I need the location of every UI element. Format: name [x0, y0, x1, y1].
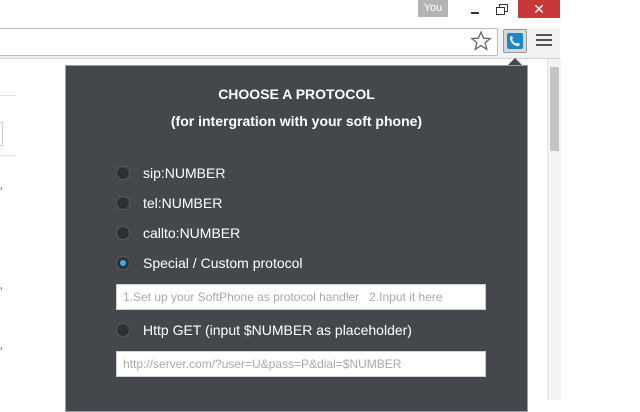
http-url-input[interactable] [116, 351, 486, 377]
menu-icon[interactable] [536, 34, 552, 48]
option-sip[interactable]: sip:NUMBER [116, 163, 225, 183]
radio-custom[interactable] [116, 256, 130, 270]
extension-phone-icon[interactable] [503, 29, 527, 53]
option-label: tel:NUMBER [143, 195, 223, 211]
page-text-fragment: ʼ [0, 345, 3, 359]
restore-icon-back [496, 7, 505, 15]
restore-button[interactable] [488, 0, 514, 18]
radio-tel[interactable] [116, 196, 130, 210]
page-divider [0, 155, 16, 156]
option-callto[interactable]: callto:NUMBER [116, 223, 240, 243]
radio-http-get[interactable] [116, 323, 130, 337]
option-label: Special / Custom protocol [143, 255, 303, 271]
user-badge[interactable]: You [418, 0, 448, 17]
window-titlebar: You ✕ [0, 0, 560, 30]
popup-title: CHOOSE A PROTOCOL [218, 86, 375, 102]
minimize-button[interactable] [462, 0, 488, 18]
option-label: callto:NUMBER [143, 225, 241, 241]
address-bar[interactable] [0, 28, 498, 56]
popup-subtitle: (for intergration with your soft phone) [170, 113, 423, 129]
page-text-fragment: ʼ [0, 285, 3, 299]
radio-sip[interactable] [116, 166, 130, 180]
option-label: Http GET (input $NUMBER as placeholder) [143, 322, 412, 338]
browser-toolbar [0, 28, 560, 59]
close-icon: ✕ [533, 1, 545, 17]
custom-protocol-input[interactable] [116, 284, 486, 310]
scrollbar-thumb[interactable] [550, 67, 559, 151]
extension-popup: CHOOSE A PROTOCOL (for intergration with… [65, 65, 528, 412]
page-scrollbar[interactable] [547, 59, 561, 400]
close-button[interactable]: ✕ [518, 0, 560, 18]
option-tel[interactable]: tel:NUMBER [116, 193, 222, 213]
page-text-fragment: ʼ [0, 185, 3, 199]
page-divider [0, 95, 16, 96]
option-http-get[interactable]: Http GET (input $NUMBER as placeholder) [116, 320, 412, 340]
minimize-icon [471, 12, 479, 14]
page-input-edge[interactable] [0, 122, 3, 146]
popup-arrow [508, 58, 522, 65]
radio-callto[interactable] [116, 226, 130, 240]
option-custom[interactable]: Special / Custom protocol [116, 253, 303, 273]
option-label: sip:NUMBER [143, 165, 226, 181]
star-icon[interactable] [470, 30, 492, 52]
